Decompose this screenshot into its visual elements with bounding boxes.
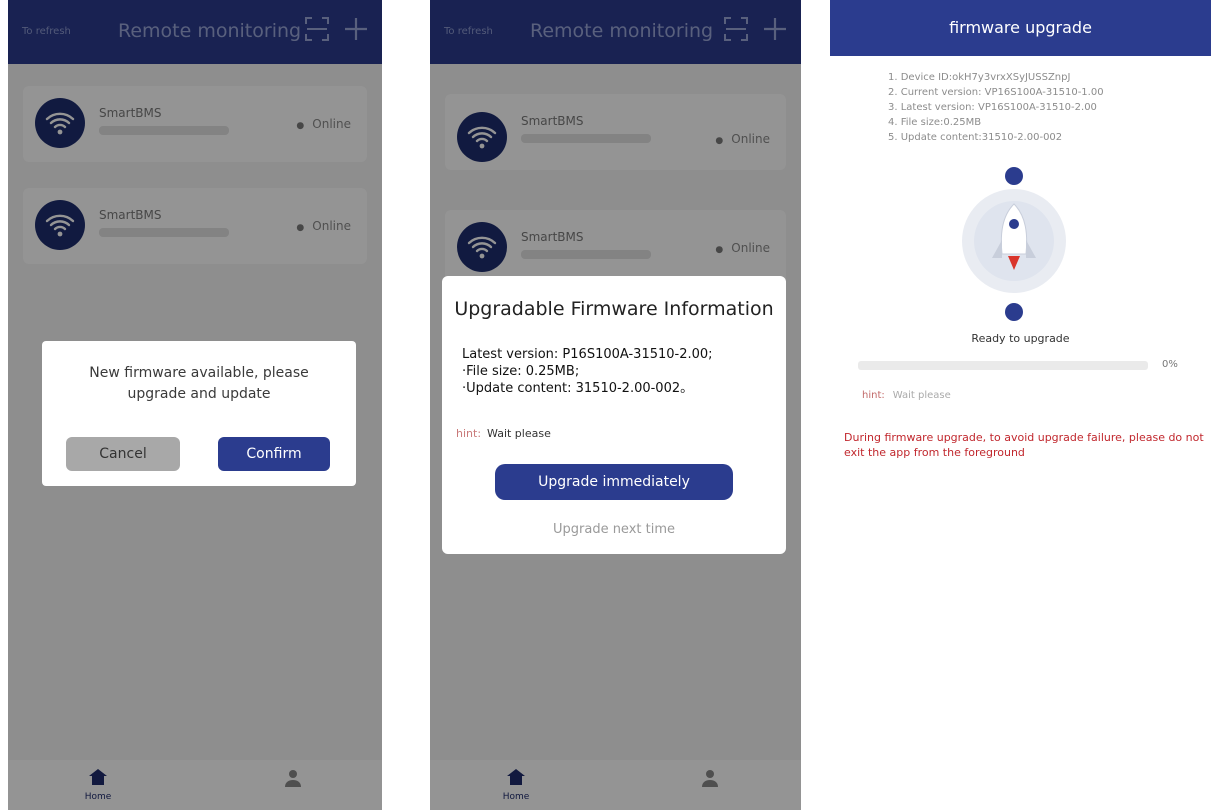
screen-remote-monitoring-dialog: To refresh Remote monitoring SmartBMS On… (8, 0, 382, 810)
hint-row: hint: Wait please (862, 390, 951, 401)
firmware-info-list: 1. Device ID:okH7y3vrxXSyJUSSZnpJ 2. Cur… (888, 70, 1104, 145)
file-size-line: ·File size: 0.25MB; (462, 364, 580, 379)
hint-value: Wait please (892, 390, 951, 401)
screen-firmware-upgrade: firmware upgrade 1. Device ID:okH7y3vrxX… (830, 0, 1211, 810)
firmware-info: Latest version: P16S100A-31510-2.00; ·Fi… (462, 346, 713, 397)
firmware-available-dialog: New firmware available, please upgrade a… (42, 341, 356, 486)
cancel-button[interactable]: Cancel (66, 437, 180, 471)
upgrade-warning: During firmware upgrade, to avoid upgrad… (844, 431, 1204, 459)
dialog-message: New firmware available, please upgrade a… (89, 365, 309, 402)
dialog-title: Upgradable Firmware Information (454, 298, 774, 320)
confirm-button[interactable]: Confirm (218, 437, 330, 471)
progress-percent: 0% (1162, 359, 1178, 370)
page-title: firmware upgrade (949, 18, 1092, 37)
screen-firmware-info-dialog: To refresh Remote monitoring SmartBMS On… (430, 0, 801, 810)
hint-label: hint: (862, 390, 885, 401)
upgrade-next-time-link[interactable]: Upgrade next time (442, 522, 786, 537)
info-file-size: 4. File size:0.25MB (888, 117, 982, 128)
rocket-icon (950, 166, 1100, 326)
hint-label: hint: (456, 427, 482, 440)
firmware-info-dialog: Upgradable Firmware Information Latest v… (442, 276, 786, 554)
info-current-version: 2. Current version: VP16S100A-31510-1.00 (888, 87, 1104, 98)
upgrade-immediately-button[interactable]: Upgrade immediately (495, 464, 733, 500)
upgrade-status: Ready to upgrade (971, 332, 1070, 345)
info-update-content: 5. Update content:31510-2.00-002 (888, 132, 1063, 143)
update-content-line: ·Update content: 31510-2.00-002。 (462, 381, 694, 396)
latest-version-line: Latest version: P16S100A-31510-2.00; (462, 347, 713, 362)
hint-row: hint: Wait please (456, 427, 551, 440)
upgrade-progress-bar (858, 361, 1148, 370)
info-latest-version: 3. Latest version: VP16S100A-31510-2.00 (888, 102, 1097, 113)
app-header: firmware upgrade (830, 0, 1211, 56)
info-device-id: 1. Device ID:okH7y3vrxXSyJUSSZnpJ (888, 72, 1071, 83)
hint-value: Wait please (487, 427, 551, 440)
